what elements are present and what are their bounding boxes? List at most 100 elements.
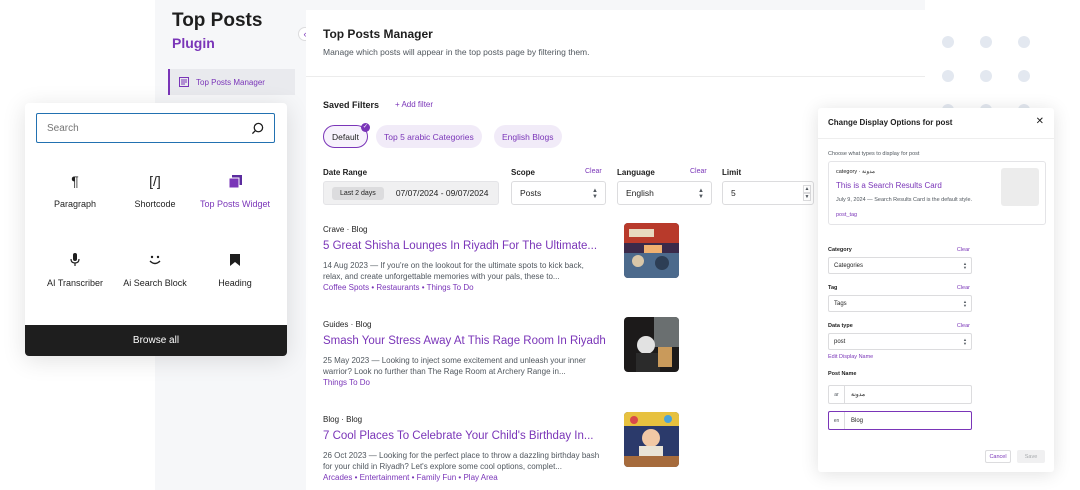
block-paragraph[interactable]: ¶ Paragraph: [35, 170, 115, 209]
block-heading[interactable]: Heading: [195, 249, 275, 288]
result-card-preview: category · مدونة This is a Search Result…: [828, 161, 1046, 225]
post-name-en-value: Blog: [851, 417, 864, 424]
post-tags[interactable]: Coffee Spots • Restaurants • Things To D…: [323, 283, 683, 292]
category-value: Categories: [834, 262, 864, 269]
close-icon[interactable]: ✕: [1036, 116, 1044, 127]
data-type-clear-button[interactable]: Clear: [957, 323, 970, 329]
filter-chip-default[interactable]: Default ✓: [323, 123, 370, 148]
brand-title: Top Posts: [172, 10, 263, 31]
data-type-value: post: [834, 338, 846, 345]
block-label: Top Posts Widget: [199, 199, 271, 209]
scope-select[interactable]: Posts ▲ ▼: [511, 181, 606, 205]
brand-subtitle: Plugin: [172, 35, 215, 51]
page-title: Top Posts Manager: [323, 27, 433, 41]
saved-filters-label: Saved Filters: [323, 100, 380, 110]
browse-all-button[interactable]: Browse all: [25, 325, 287, 356]
block-label: Heading: [218, 278, 252, 288]
post-excerpt: 14 Aug 2023 — If you're on the lookout f…: [323, 261, 584, 281]
display-options-modal: Change Display Options for post ✕ Choose…: [818, 108, 1054, 472]
data-type-label: Data type: [828, 323, 853, 329]
block-search-field[interactable]: [36, 113, 275, 143]
filter-chip-top5-arabic[interactable]: Top 5 arabic Categories: [376, 125, 482, 148]
divider: [306, 76, 925, 77]
add-filter-button[interactable]: + Add filter: [395, 100, 433, 109]
block-shortcode[interactable]: [/] Shortcode: [115, 170, 195, 209]
chevron-updown-icon: ▲ ▼: [592, 188, 598, 200]
date-range-value: 07/07/2024 - 09/07/2024: [395, 188, 489, 198]
bookmark-icon: [195, 249, 275, 271]
post-excerpt: 25 May 2023 — Looking to inject some exc…: [323, 356, 586, 376]
shortcode-icon: [/]: [149, 173, 161, 189]
sidebar-item-top-posts-manager[interactable]: Top Posts Manager: [168, 69, 295, 95]
filter-chip-english-blogs[interactable]: English Blogs: [494, 125, 562, 148]
modal-title: Change Display Options for post: [828, 118, 953, 127]
post-excerpt: 26 Oct 2023 — Looking for the perfect pl…: [323, 451, 600, 471]
chevron-updown-icon: ▲ ▼: [963, 261, 967, 270]
date-preset-pill[interactable]: Last 2 days: [332, 186, 384, 200]
post-thumbnail: [624, 317, 679, 372]
limit-value: 5: [731, 188, 736, 198]
post-name-label: Post Name: [828, 371, 857, 377]
block-label: Shortcode: [134, 199, 176, 209]
post-tags[interactable]: Things To Do: [323, 378, 683, 387]
chevron-updown-icon: ▲ ▼: [963, 337, 967, 346]
search-input[interactable]: [47, 122, 251, 134]
language-label: Language: [617, 168, 655, 177]
block-top-posts-widget[interactable]: Top Posts Widget: [195, 170, 275, 209]
page-description: Manage which posts will appear in the to…: [323, 47, 590, 57]
search-icon: [251, 122, 264, 134]
date-range-field[interactable]: Last 2 days 07/07/2024 - 09/07/2024: [323, 181, 499, 205]
widget-icon: [195, 170, 275, 192]
paragraph-icon: ¶: [71, 173, 79, 189]
check-icon: ✓: [360, 123, 370, 132]
filter-chip-label: Default: [332, 131, 359, 142]
microphone-icon: [35, 249, 115, 271]
smiley-icon: [115, 249, 195, 271]
scope-value: Posts: [520, 188, 542, 198]
divider: [818, 138, 1054, 139]
filter-chip-label: English Blogs: [502, 131, 554, 142]
preview-meta: July 9, 2024 — Search Results Card is th…: [836, 197, 973, 203]
number-stepper[interactable]: ▲ ▼: [803, 185, 811, 201]
post-name-ar-value: مدونة: [851, 392, 866, 398]
tag-select[interactable]: Tags ▲ ▼: [828, 295, 972, 312]
post-thumbnail: [624, 223, 679, 278]
list-icon: [179, 77, 189, 87]
post-tags[interactable]: Arcades • Entertainment • Family Fun • P…: [323, 473, 683, 482]
chevron-updown-icon: ▲ ▼: [963, 299, 967, 308]
category-select[interactable]: Categories ▲ ▼: [828, 257, 972, 274]
tag-value: Tags: [834, 300, 847, 307]
chevron-updown-icon: ▲ ▼: [698, 188, 704, 200]
block-label: Paragraph: [53, 199, 97, 209]
language-select[interactable]: English ▲ ▼: [617, 181, 712, 205]
save-button[interactable]: Save: [1017, 450, 1045, 463]
tag-clear-button[interactable]: Clear: [957, 285, 970, 291]
scope-clear-button[interactable]: Clear: [585, 168, 602, 175]
lang-code: ar: [829, 386, 845, 403]
preview-tag: post_tag: [836, 212, 858, 218]
lang-code: en: [829, 412, 845, 429]
sidebar-item-label: Top Posts Manager: [196, 77, 265, 87]
block-ai-transcriber[interactable]: AI Transcriber: [35, 249, 115, 288]
limit-label: Limit: [722, 168, 742, 177]
language-clear-button[interactable]: Clear: [690, 168, 707, 175]
date-range-label: Date Range: [323, 168, 368, 177]
preview-title: This is a Search Results Card: [836, 181, 942, 190]
category-clear-button[interactable]: Clear: [957, 247, 970, 253]
category-label: Category: [828, 247, 852, 253]
preview-category: category · مدونة: [836, 169, 875, 175]
data-type-select[interactable]: post ▲ ▼: [828, 333, 972, 350]
post-name-ar-field[interactable]: ar مدونة: [828, 385, 972, 404]
post-name-en-field[interactable]: en Blog: [828, 411, 972, 430]
block-inserter-popover: ¶ Paragraph [/] Shortcode Top Posts Widg…: [25, 103, 287, 356]
block-label: Ai Search Block: [123, 278, 187, 288]
edit-display-name-link[interactable]: Edit Display Name: [828, 354, 873, 360]
cancel-button[interactable]: Cancel: [985, 450, 1011, 463]
language-value: English: [626, 188, 654, 198]
filter-chip-label: Top 5 arabic Categories: [384, 131, 474, 142]
modal-hint: Choose what types to display for post: [828, 151, 920, 157]
limit-input[interactable]: 5 ▲ ▼: [722, 181, 814, 205]
block-label: AI Transcriber: [46, 278, 104, 288]
block-ai-search[interactable]: Ai Search Block: [115, 249, 195, 288]
post-thumbnail: [624, 412, 679, 467]
